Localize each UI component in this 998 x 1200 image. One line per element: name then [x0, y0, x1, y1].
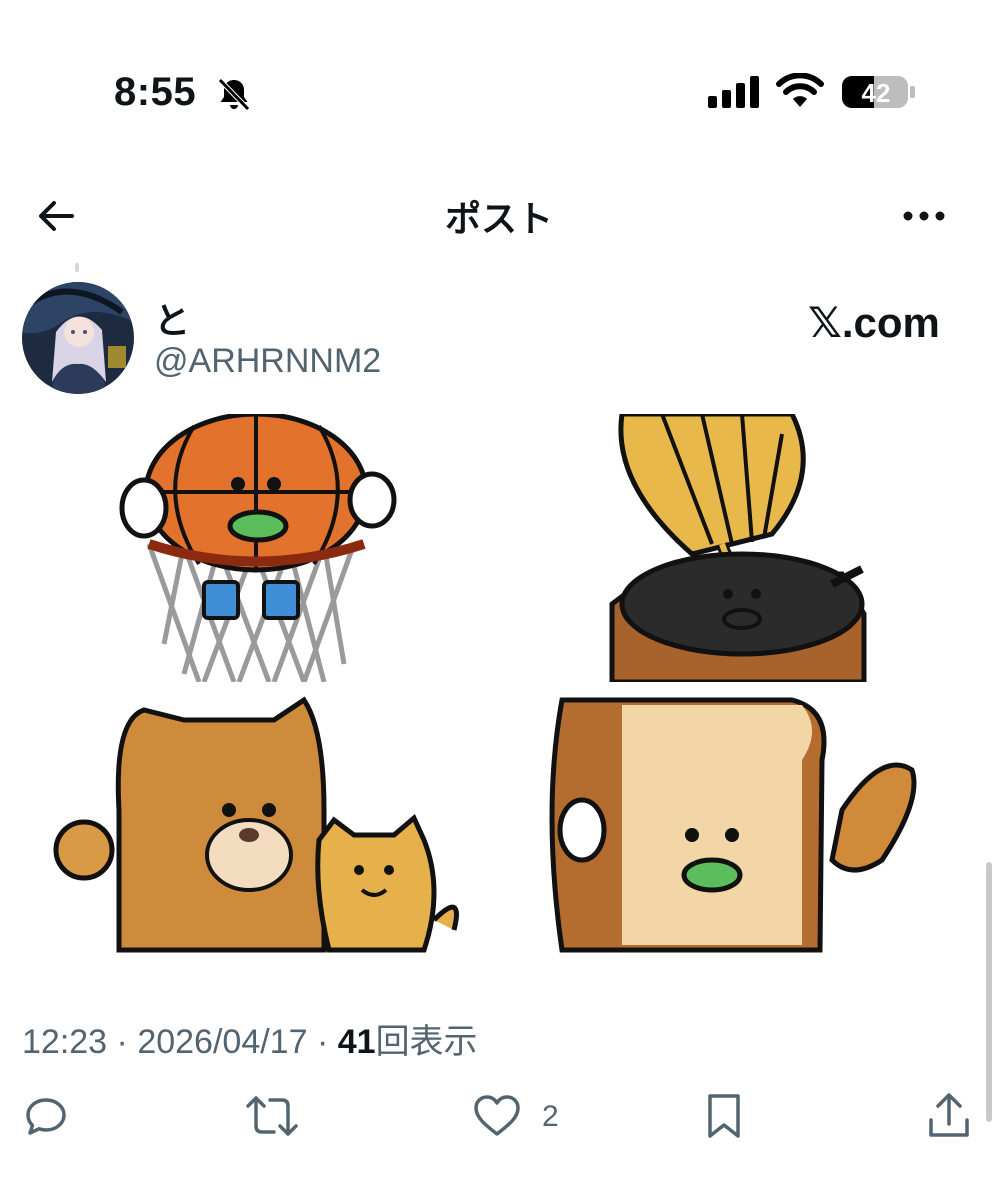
meta-separator: ·: [116, 1023, 128, 1061]
avatar[interactable]: [22, 282, 134, 394]
retweet-icon[interactable]: [244, 1092, 300, 1140]
post-meta: 12:23 · 2026/04/17 · 41回表示: [22, 1014, 478, 1063]
reply-icon[interactable]: [22, 1092, 70, 1140]
share-icon[interactable]: [926, 1092, 972, 1140]
meta-separator: ·: [316, 1023, 329, 1061]
source-label: 𝕏.com: [808, 299, 940, 346]
media-image-bread[interactable]: [502, 690, 974, 959]
author-handle[interactable]: @ARHRNNM2: [154, 342, 381, 381]
scrollbar[interactable]: [986, 862, 992, 1122]
post-date: 2026/04/17: [137, 1023, 308, 1061]
media-image-shiba-dogs[interactable]: [24, 690, 496, 959]
media-image-gramophone[interactable]: [502, 414, 974, 682]
signal-icon: [708, 76, 762, 108]
like-count[interactable]: 2: [542, 1100, 559, 1134]
bookmark-icon[interactable]: [702, 1092, 746, 1140]
status-time: 8:55: [114, 70, 197, 114]
more-icon[interactable]: [896, 196, 952, 236]
media-grid: [24, 414, 974, 959]
wifi-icon: [776, 72, 824, 109]
author-name[interactable]: と: [154, 292, 190, 344]
media-image-basketball[interactable]: [24, 414, 496, 682]
post-time: 12:23: [22, 1023, 108, 1061]
bell-slash-icon: [214, 76, 254, 112]
battery-icon: 42: [840, 72, 918, 112]
battery-level: 42: [862, 78, 891, 108]
like-icon[interactable]: [472, 1092, 522, 1140]
thread-line: [75, 263, 79, 272]
page-title: ポスト: [444, 199, 553, 240]
views-count[interactable]: 41: [338, 1023, 376, 1061]
views-label[interactable]: 回表示: [376, 1023, 478, 1061]
